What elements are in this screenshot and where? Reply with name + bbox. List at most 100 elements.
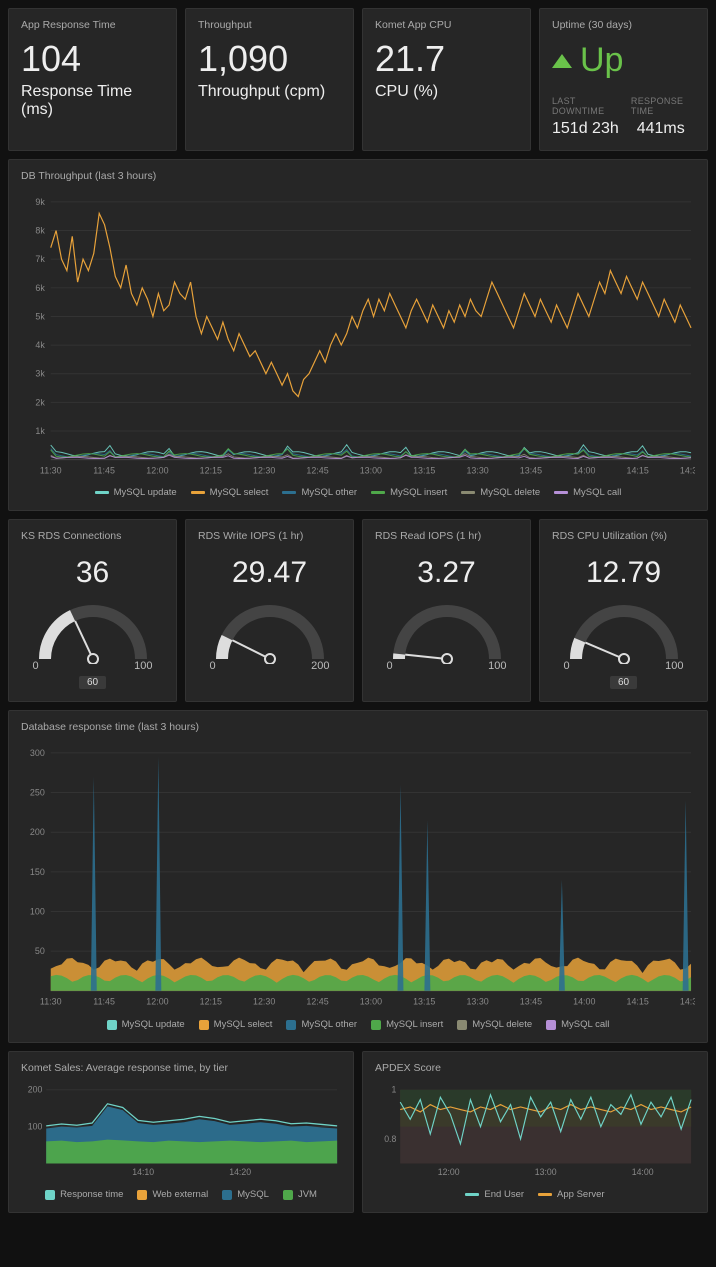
svg-text:12:00: 12:00: [146, 997, 168, 1007]
legend-item[interactable]: End User: [465, 1189, 524, 1200]
svg-text:13:00: 13:00: [360, 465, 382, 475]
svg-text:13:00: 13:00: [535, 1167, 557, 1177]
svg-text:12:30: 12:30: [253, 997, 275, 1007]
metric-value: 1,090: [198, 41, 341, 77]
legend-item[interactable]: Response time: [45, 1189, 123, 1200]
db-throughput-chart: 1k2k3k4k5k6k7k8k9k11:3011:4512:0012:1512…: [21, 192, 695, 479]
legend-item[interactable]: MySQL insert: [371, 487, 447, 498]
card-title: RDS CPU Utilization (%): [552, 530, 695, 542]
legend-item[interactable]: MySQL other: [282, 487, 357, 498]
svg-text:13:45: 13:45: [520, 465, 542, 475]
value-response-time: 441ms: [637, 120, 685, 138]
card-apdex: APDEX Score 0.8112:0013:0014:00 End User…: [362, 1051, 708, 1213]
svg-text:100: 100: [28, 1122, 43, 1132]
card-title: Komet App CPU: [375, 19, 518, 31]
svg-text:8k: 8k: [35, 226, 45, 236]
svg-text:14:30: 14:30: [680, 997, 695, 1007]
svg-text:2k: 2k: [35, 397, 45, 407]
svg-text:13:30: 13:30: [466, 465, 488, 475]
up-arrow-icon: [552, 54, 572, 68]
card-title: Throughput: [198, 19, 341, 31]
metric-value: 21.7: [375, 41, 518, 77]
label-response-time: RESPONSE TIME: [631, 96, 695, 116]
legend-item[interactable]: MySQL delete: [461, 487, 540, 498]
legend-item[interactable]: MySQL call: [546, 1019, 609, 1030]
svg-text:7k: 7k: [35, 254, 45, 264]
gauge-value: 36: [76, 556, 109, 590]
legend-item[interactable]: MySQL call: [554, 487, 621, 498]
card-rds-cpu: RDS CPU Utilization (%) 12.79 0100 60: [539, 519, 708, 702]
gauge-threshold-badge: 60: [79, 676, 106, 689]
apdex-chart: 0.8112:0013:0014:00: [375, 1084, 695, 1181]
legend-item[interactable]: Web external: [137, 1189, 208, 1200]
card-title: APDEX Score: [375, 1062, 695, 1074]
svg-text:3k: 3k: [35, 369, 45, 379]
card-title: KS RDS Connections: [21, 530, 164, 542]
gauge-value: 29.47: [232, 556, 307, 590]
svg-text:5k: 5k: [35, 311, 45, 321]
card-title: RDS Read IOPS (1 hr): [375, 530, 518, 542]
svg-text:14:10: 14:10: [132, 1167, 154, 1177]
legend-item[interactable]: MySQL select: [199, 1019, 273, 1030]
legend-item[interactable]: App Server: [538, 1189, 605, 1200]
svg-text:14:15: 14:15: [627, 997, 649, 1007]
label-last-downtime: LAST DOWNTIME: [552, 96, 617, 116]
svg-text:14:00: 14:00: [573, 997, 595, 1007]
db-response-time-chart: 5010015020025030011:3011:4512:0012:1512:…: [21, 743, 695, 1011]
legend-item[interactable]: MySQL other: [286, 1019, 357, 1030]
gauge-value: 3.27: [417, 556, 475, 590]
legend-item[interactable]: MySQL update: [107, 1019, 185, 1030]
avg-response-chart: 10020014:1014:20: [21, 1084, 341, 1181]
legend-item[interactable]: JVM: [283, 1189, 317, 1200]
uptime-status: Up: [580, 41, 623, 80]
svg-text:6k: 6k: [35, 283, 45, 293]
gauge-chart: [28, 594, 158, 664]
chart-legend: MySQL update MySQL select MySQL other MySQL…: [21, 1019, 695, 1030]
value-last-downtime: 151d 23h: [552, 120, 619, 138]
metric-sub: Throughput (cpm): [198, 83, 341, 101]
gauge-threshold-badge: 60: [610, 676, 637, 689]
gauge-chart: [382, 594, 512, 664]
svg-text:4k: 4k: [35, 340, 45, 350]
card-db-throughput: DB Throughput (last 3 hours) 1k 2k 3k 4k 5k 6…: [8, 159, 708, 511]
legend-item[interactable]: MySQL update: [95, 487, 177, 498]
svg-text:13:30: 13:30: [466, 997, 488, 1007]
chart-legend: Response time Web external MySQL JVM: [21, 1189, 341, 1200]
svg-text:9k: 9k: [35, 197, 45, 207]
svg-text:12:15: 12:15: [200, 997, 222, 1007]
legend-item[interactable]: MySQL delete: [457, 1019, 532, 1030]
gauge-value: 12.79: [586, 556, 661, 590]
card-title: Uptime (30 days): [552, 19, 695, 31]
svg-text:1: 1: [391, 1085, 396, 1095]
chart-legend: MySQL update MySQL select MySQL other MySQL…: [21, 487, 695, 498]
svg-text:12:00: 12:00: [146, 465, 168, 475]
svg-text:11:30: 11:30: [40, 997, 62, 1007]
svg-text:13:15: 13:15: [413, 465, 435, 475]
svg-text:14:30: 14:30: [680, 465, 695, 475]
svg-text:0.8: 0.8: [384, 1134, 396, 1144]
legend-item[interactable]: MySQL insert: [371, 1019, 443, 1030]
svg-text:100: 100: [30, 907, 45, 917]
card-title: RDS Write IOPS (1 hr): [198, 530, 341, 542]
card-title: App Response Time: [21, 19, 164, 31]
card-title: DB Throughput (last 3 hours): [21, 170, 695, 182]
legend-item[interactable]: MySQL: [222, 1189, 269, 1200]
svg-text:11:45: 11:45: [93, 465, 115, 475]
svg-text:200: 200: [30, 828, 45, 838]
svg-text:13:15: 13:15: [413, 997, 435, 1007]
card-uptime: Uptime (30 days) Up LAST DOWNTIME RESPON…: [539, 8, 708, 151]
card-rds-read-iops: RDS Read IOPS (1 hr) 3.27 0100: [362, 519, 531, 702]
legend-item[interactable]: MySQL select: [191, 487, 269, 498]
svg-text:11:30: 11:30: [40, 465, 62, 475]
svg-text:14:20: 14:20: [229, 1167, 251, 1177]
svg-text:12:00: 12:00: [438, 1167, 460, 1177]
metric-sub: CPU (%): [375, 83, 518, 101]
svg-text:1k: 1k: [35, 426, 45, 436]
card-response-time: App Response Time 104 Response Time (ms): [8, 8, 177, 151]
card-rds-connections: KS RDS Connections 36 0100 60: [8, 519, 177, 702]
svg-text:14:00: 14:00: [573, 465, 595, 475]
svg-text:12:45: 12:45: [306, 465, 328, 475]
gauge-chart: [559, 594, 689, 664]
svg-text:50: 50: [35, 947, 45, 957]
card-cpu: Komet App CPU 21.7 CPU (%): [362, 8, 531, 151]
